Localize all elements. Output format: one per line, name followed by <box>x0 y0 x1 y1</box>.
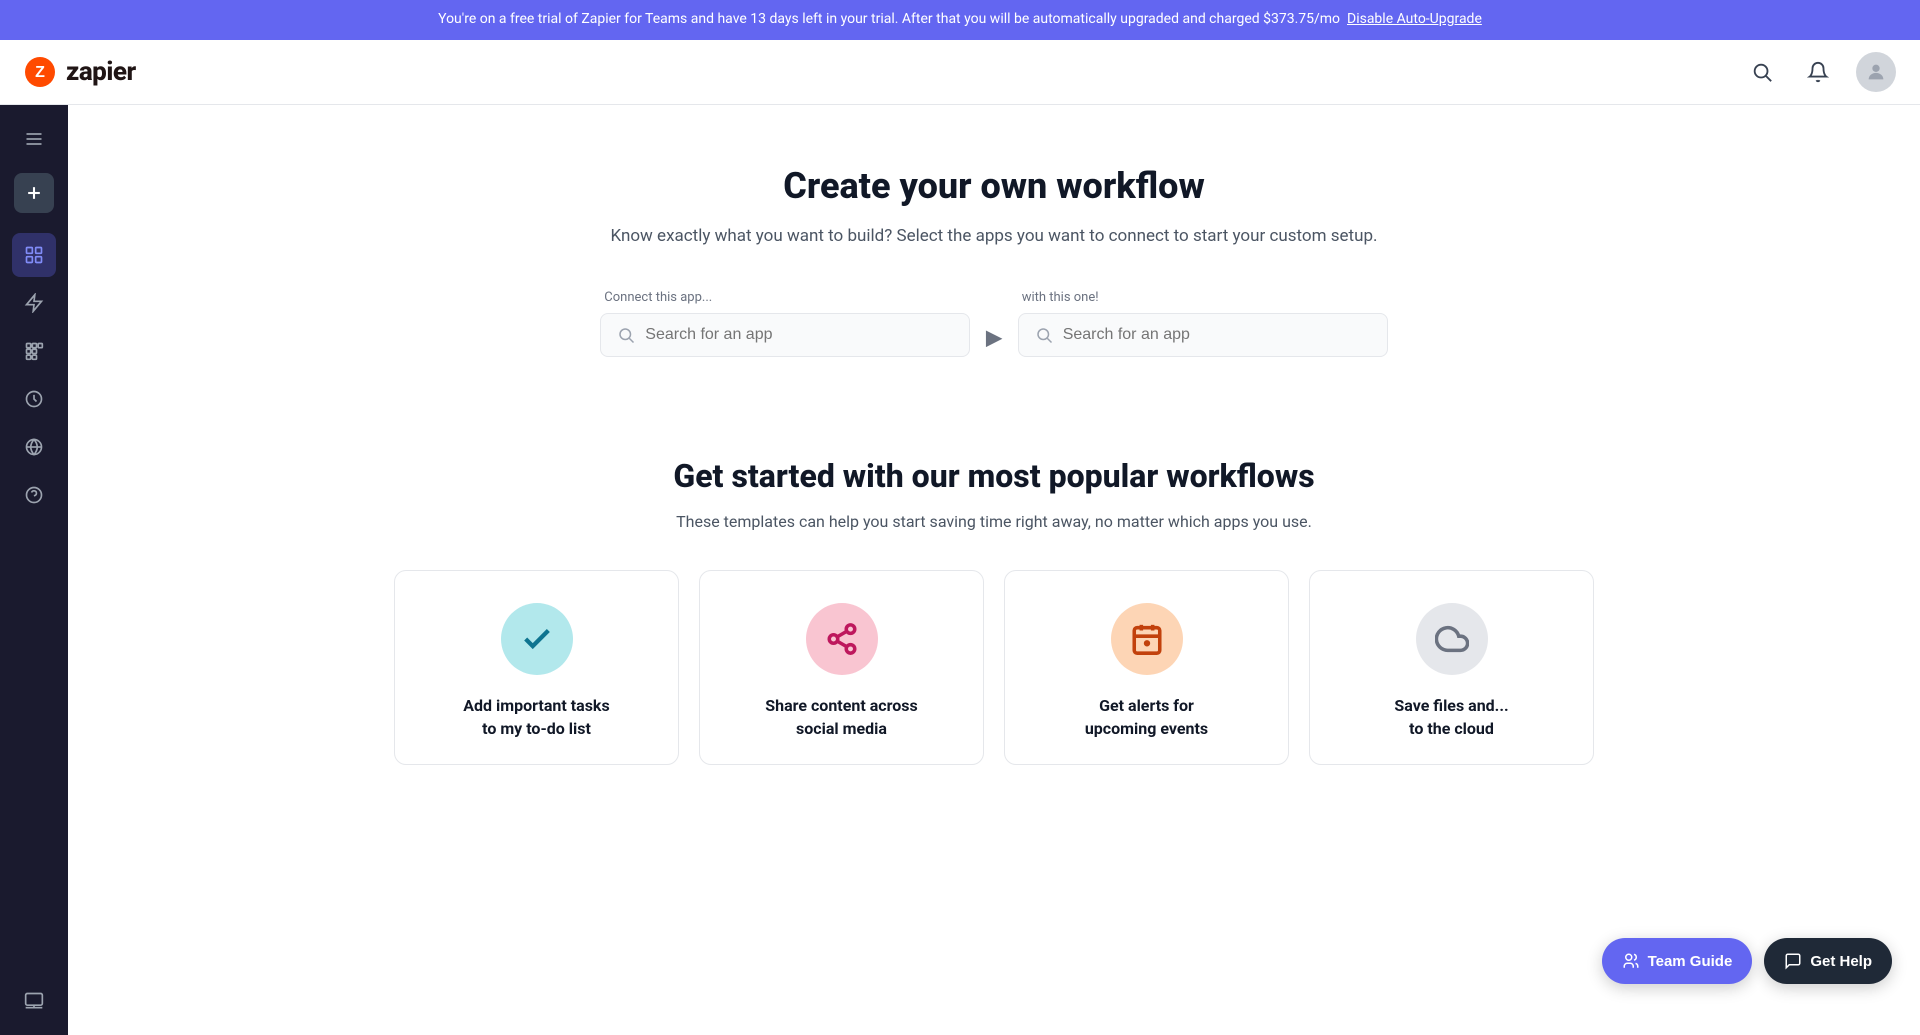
workflow-card-tasks[interactable]: Add important tasksto my to-do list <box>394 570 679 765</box>
connector-right: with this one! <box>1018 290 1388 357</box>
app-search-left-input[interactable] <box>645 326 953 344</box>
get-help-label: Get Help <box>1810 953 1872 970</box>
connect-label: Connect this app... <box>600 290 712 305</box>
workflow-card-files[interactable]: Save files and...to the cloud <box>1309 570 1594 765</box>
search-icon-right <box>1035 326 1053 344</box>
popular-workflows-section: Get started with our most popular workfl… <box>68 417 1920 805</box>
bell-icon <box>1807 61 1829 83</box>
sidebar-item-settings[interactable] <box>12 979 56 1023</box>
app-search-right[interactable] <box>1018 313 1388 357</box>
cloud-icon <box>1435 622 1469 656</box>
team-guide-label: Team Guide <box>1648 953 1733 970</box>
files-card-title: Save files and...to the cloud <box>1330 695 1573 740</box>
tasks-card-title: Add important tasksto my to-do list <box>415 695 658 740</box>
events-icon-circle <box>1111 603 1183 675</box>
search-icon <box>1751 61 1773 83</box>
with-label: with this one! <box>1018 290 1099 305</box>
sidebar-menu-toggle[interactable] <box>12 117 56 161</box>
sidebar-item-dashboard[interactable] <box>12 233 56 277</box>
disable-auto-upgrade-link[interactable]: Disable Auto-Upgrade <box>1347 11 1482 27</box>
dashboard-icon <box>24 245 44 265</box>
svg-text:Z: Z <box>35 64 45 81</box>
get-help-button[interactable]: Get Help <box>1764 938 1892 984</box>
hero-section: Create your own workflow Know exactly wh… <box>544 105 1444 417</box>
tasks-icon-circle <box>501 603 573 675</box>
team-guide-button[interactable]: Team Guide <box>1602 938 1753 984</box>
app-connector: Connect this app... ▶ with this one! <box>584 290 1404 357</box>
history-clock-icon <box>24 389 44 409</box>
share-icon <box>825 622 859 656</box>
settings-icon <box>24 991 44 1011</box>
team-guide-icon <box>1622 952 1640 970</box>
user-icon <box>1865 61 1887 83</box>
trial-banner: You're on a free trial of Zapier for Tea… <box>0 0 1920 40</box>
popular-title: Get started with our most popular workfl… <box>128 457 1860 495</box>
sidebar-bottom <box>12 979 56 1023</box>
sidebar-item-zaps[interactable] <box>12 281 56 325</box>
workflow-card-social[interactable]: Share content acrosssocial media <box>699 570 984 765</box>
workflow-card-events[interactable]: Get alerts forupcoming events <box>1004 570 1289 765</box>
sidebar-item-apps[interactable] <box>12 329 56 373</box>
main-content: Create your own workflow Know exactly wh… <box>68 105 1920 1035</box>
logo-text: zapier <box>66 57 136 87</box>
zapier-logo-icon: Z <box>24 56 56 88</box>
globe-icon <box>24 437 44 457</box>
sidebar <box>0 105 68 1035</box>
events-card-title: Get alerts forupcoming events <box>1025 695 1268 740</box>
hero-subtitle: Know exactly what you want to build? Sel… <box>584 223 1404 250</box>
calendar-icon <box>1130 622 1164 656</box>
app-layout: Create your own workflow Know exactly wh… <box>0 105 1920 1035</box>
search-icon-left <box>617 326 635 344</box>
chat-icon <box>1784 952 1802 970</box>
search-button[interactable] <box>1744 54 1780 90</box>
logo: Z zapier <box>24 56 136 88</box>
sidebar-item-history[interactable] <box>12 377 56 421</box>
notifications-button[interactable] <box>1800 54 1836 90</box>
connector-arrow: ▶ <box>986 325 1001 349</box>
app-search-left[interactable] <box>600 313 970 357</box>
sidebar-item-help[interactable] <box>12 473 56 517</box>
header-actions <box>1744 52 1896 92</box>
apps-grid-icon <box>24 341 44 361</box>
popular-subtitle: These templates can help you start savin… <box>128 509 1860 535</box>
help-icon <box>24 485 44 505</box>
sidebar-item-explore[interactable] <box>12 425 56 469</box>
workflow-cards-grid: Add important tasksto my to-do list Sha <box>394 570 1594 765</box>
files-icon-circle <box>1416 603 1488 675</box>
header: Z zapier <box>0 40 1920 105</box>
plus-icon <box>24 183 44 203</box>
zap-icon <box>24 293 44 313</box>
check-icon <box>520 622 554 656</box>
user-avatar-button[interactable] <box>1856 52 1896 92</box>
floating-buttons: Team Guide Get Help <box>1602 938 1892 984</box>
social-card-title: Share content acrosssocial media <box>720 695 963 740</box>
social-icon-circle <box>806 603 878 675</box>
hamburger-icon <box>24 129 44 149</box>
connector-left: Connect this app... <box>600 290 970 357</box>
hero-title: Create your own workflow <box>584 165 1404 207</box>
banner-text: You're on a free trial of Zapier for Tea… <box>438 11 1340 27</box>
create-zap-button[interactable] <box>14 173 54 213</box>
app-search-right-input[interactable] <box>1063 326 1371 344</box>
